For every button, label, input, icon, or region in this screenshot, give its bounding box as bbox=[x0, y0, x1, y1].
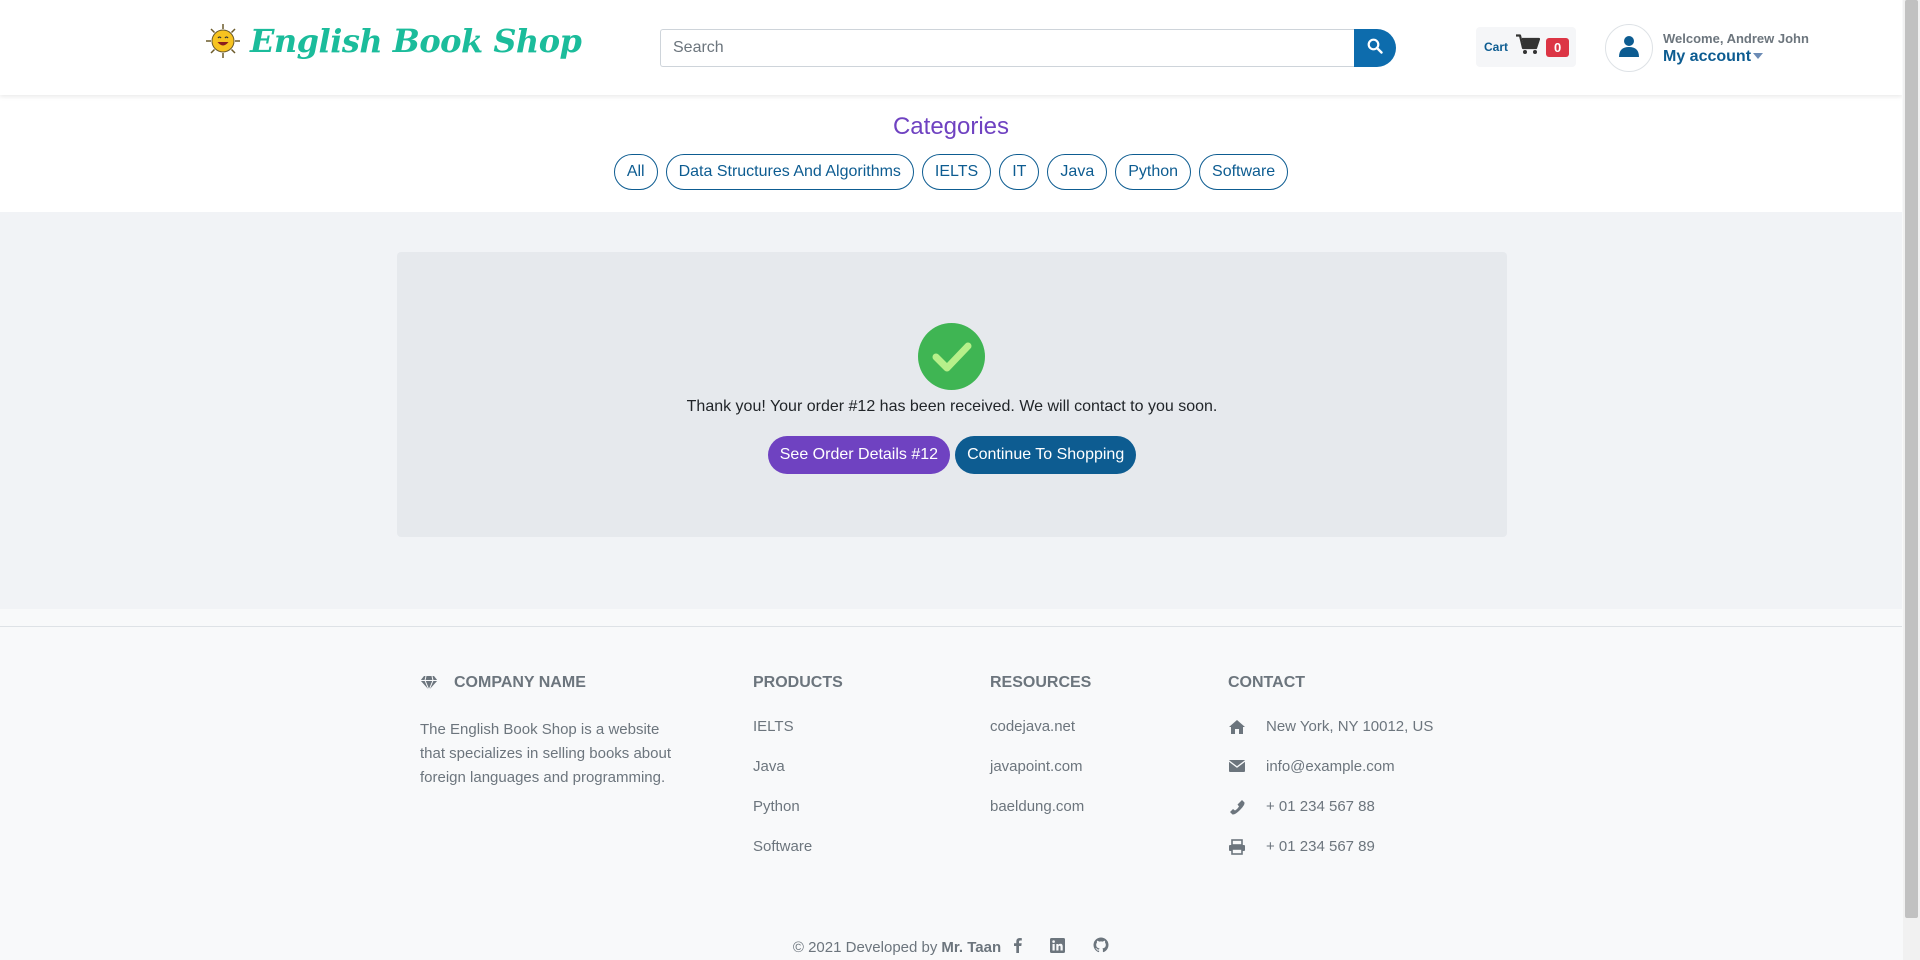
account-text: Welcome, Andrew John My account bbox=[1663, 31, 1809, 66]
categories-title: Categories bbox=[892, 113, 1010, 140]
contact-address: New York, NY 10012, US bbox=[1228, 718, 1433, 758]
cart-count-badge: 0 bbox=[1546, 37, 1570, 57]
category-pill-java[interactable]: Java bbox=[1047, 154, 1108, 190]
footer-link-ielts[interactable]: IELTS bbox=[753, 718, 843, 758]
confirmation-message: Thank you! Your order #12 has been recei… bbox=[686, 398, 1218, 415]
contact-email: info@example.com bbox=[1228, 758, 1433, 798]
page: English Book Shop Cart 0 bbox=[0, 0, 1902, 960]
contact-fax: + 01 234 567 89 bbox=[1228, 838, 1433, 878]
contact-heading: CONTACT bbox=[1228, 674, 1306, 691]
social-links bbox=[1013, 937, 1109, 957]
footer: COMPANY NAME The English Book Shop is a … bbox=[0, 609, 1902, 960]
order-confirmation-card: Thank you! Your order #12 has been recei… bbox=[397, 252, 1507, 537]
company-description: The English Book Shop is a website that … bbox=[420, 721, 671, 786]
github-icon[interactable] bbox=[1093, 937, 1109, 957]
linkedin-icon[interactable] bbox=[1050, 937, 1066, 957]
products-heading: PRODUCTS bbox=[753, 674, 843, 691]
user-icon bbox=[1619, 35, 1639, 62]
printer-icon bbox=[1229, 839, 1245, 855]
sun-logo-icon bbox=[204, 22, 242, 60]
brand-name: English Book Shop bbox=[250, 22, 582, 60]
avatar bbox=[1605, 24, 1653, 72]
copyright-text: © 2021 Developed by bbox=[792, 938, 938, 956]
category-pill-all[interactable]: All bbox=[613, 154, 658, 190]
footer-link-software[interactable]: Software bbox=[753, 838, 843, 878]
category-pill-ielts[interactable]: IELTS bbox=[921, 154, 992, 190]
header: English Book Shop Cart 0 bbox=[0, 0, 1902, 95]
see-order-details-button[interactable]: See Order Details #12 bbox=[767, 436, 951, 474]
confirmation-actions: See Order Details #12 Continue To Shoppi… bbox=[397, 436, 1507, 474]
vertical-scrollbar[interactable] bbox=[1903, 0, 1920, 960]
scrollbar-thumb[interactable] bbox=[1905, 0, 1918, 918]
footer-divider bbox=[0, 626, 1902, 627]
resources-list: codejava.net javapoint.com baeldung.com bbox=[990, 718, 1091, 838]
phone-icon bbox=[1230, 800, 1245, 815]
search-input[interactable] bbox=[660, 29, 1354, 67]
cart-button[interactable]: Cart 0 bbox=[1476, 27, 1576, 67]
category-pill-software[interactable]: Software bbox=[1199, 154, 1289, 190]
footer-link-codejava[interactable]: codejava.net bbox=[990, 718, 1091, 758]
chevron-down-icon bbox=[1753, 53, 1764, 60]
search-icon bbox=[1367, 38, 1383, 59]
footer-link-python[interactable]: Python bbox=[753, 798, 843, 838]
category-pill-dsa[interactable]: Data Structures And Algorithms bbox=[665, 154, 914, 190]
search-button[interactable] bbox=[1354, 29, 1396, 67]
footer-resources: RESOURCES codejava.net javapoint.com bae… bbox=[990, 674, 1091, 838]
categories-section: Categories All Data Structures And Algor… bbox=[0, 95, 1902, 212]
facebook-icon[interactable] bbox=[1013, 937, 1022, 957]
contact-phone: + 01 234 567 88 bbox=[1228, 798, 1433, 838]
company-heading: COMPANY NAME bbox=[420, 674, 675, 692]
contact-phone-text: + 01 234 567 88 bbox=[1266, 798, 1375, 815]
contact-address-text: New York, NY 10012, US bbox=[1266, 718, 1434, 735]
company-heading-text: COMPANY NAME bbox=[454, 674, 586, 691]
contact-list: New York, NY 10012, US info@example.com … bbox=[1228, 718, 1433, 878]
footer-link-java[interactable]: Java bbox=[753, 758, 843, 798]
cart-icon bbox=[1516, 34, 1541, 60]
my-account-label: My account bbox=[1663, 47, 1752, 65]
contact-fax-text: + 01 234 567 89 bbox=[1266, 838, 1375, 855]
resources-heading: RESOURCES bbox=[990, 674, 1092, 691]
footer-link-baeldung[interactable]: baeldung.com bbox=[990, 798, 1091, 838]
footer-link-javapoint[interactable]: javapoint.com bbox=[990, 758, 1091, 798]
footer-contact: CONTACT New York, NY 10012, US info@exam… bbox=[1228, 674, 1433, 878]
category-list: All Data Structures And Algorithms IELTS… bbox=[0, 154, 1902, 190]
category-pill-python[interactable]: Python bbox=[1115, 154, 1192, 190]
footer-products: PRODUCTS IELTS Java Python Software bbox=[753, 674, 843, 878]
main-content: Thank you! Your order #12 has been recei… bbox=[0, 212, 1902, 609]
welcome-text: Welcome, Andrew John bbox=[1663, 30, 1809, 46]
brand-logo[interactable]: English Book Shop bbox=[204, 22, 582, 60]
contact-email-text: info@example.com bbox=[1266, 758, 1395, 775]
products-list: IELTS Java Python Software bbox=[753, 718, 843, 878]
developer-name: Mr. Taan bbox=[941, 938, 1002, 956]
envelope-icon bbox=[1228, 760, 1246, 772]
account-menu[interactable]: Welcome, Andrew John My account bbox=[1605, 24, 1809, 72]
copyright: © 2021 Developed by Mr. Taan bbox=[0, 937, 1902, 957]
cart-label: Cart bbox=[1484, 40, 1509, 54]
diamond-icon bbox=[420, 675, 438, 691]
my-account-dropdown[interactable]: My account bbox=[1663, 48, 1809, 66]
footer-company: COMPANY NAME The English Book Shop is a … bbox=[420, 674, 675, 790]
check-icon bbox=[918, 323, 985, 390]
home-icon bbox=[1229, 720, 1245, 734]
continue-shopping-button[interactable]: Continue To Shopping bbox=[955, 436, 1137, 474]
search-bar bbox=[660, 29, 1396, 67]
category-pill-it[interactable]: IT bbox=[999, 154, 1040, 190]
